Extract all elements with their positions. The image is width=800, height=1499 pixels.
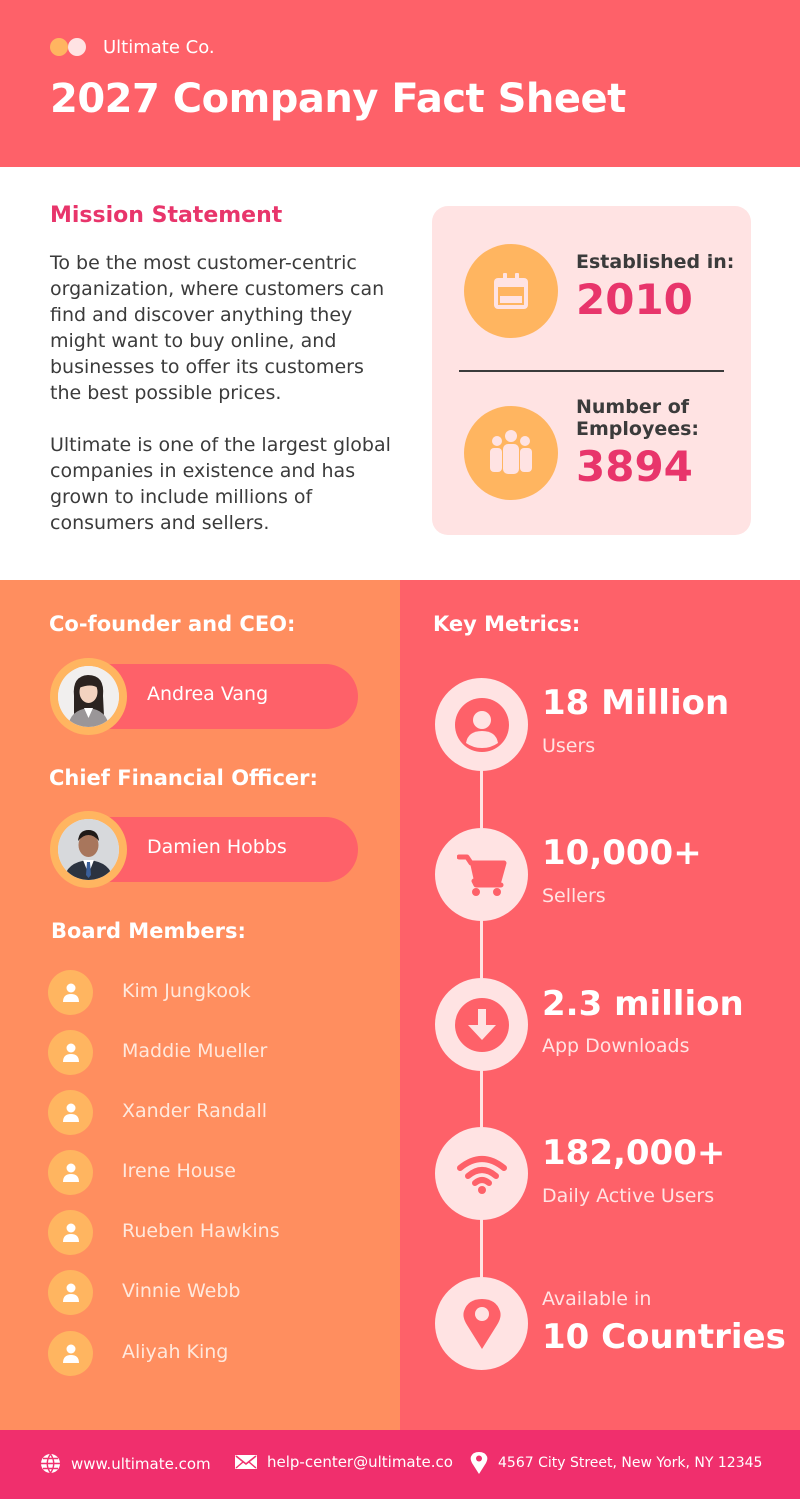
list-item: Maddie Mueller	[48, 1030, 368, 1075]
list-item: Irene House	[48, 1150, 368, 1195]
wifi-icon	[435, 1127, 528, 1220]
person-icon	[48, 970, 93, 1015]
metric-label: Daily Active Users	[542, 1185, 715, 1207]
metric-label: App Downloads	[542, 1035, 690, 1057]
board-member-name: Kim Jungkook	[122, 980, 251, 1002]
person-icon	[48, 1210, 93, 1255]
ceo-photo	[58, 666, 119, 727]
employees-value: 3894	[576, 442, 693, 491]
location-pin-icon	[435, 1277, 528, 1370]
footer-website[interactable]: www.ultimate.com	[40, 1453, 211, 1474]
mission-paragraph: To be the most customer-centric organiza…	[50, 252, 385, 404]
board-member-name: Rueben Hawkins	[122, 1220, 280, 1242]
board-heading: Board Members:	[51, 919, 246, 943]
board-member-name: Vinnie Webb	[122, 1280, 241, 1302]
list-item: Kim Jungkook	[48, 970, 368, 1015]
facts-card: Established in: 2010 Number of Employees…	[432, 206, 751, 535]
address-text: 4567 City Street, New York, NY 12345	[498, 1455, 763, 1471]
person-icon	[48, 1270, 93, 1315]
avatar	[50, 658, 127, 735]
email-link[interactable]: help-center@ultimate.co	[267, 1453, 453, 1471]
page-title: 2027 Company Fact Sheet	[50, 76, 626, 122]
list-item: Aliyah King	[48, 1331, 368, 1376]
cart-icon	[435, 828, 528, 921]
footer-address: 4567 City Street, New York, NY 12345	[470, 1451, 762, 1475]
globe-icon	[41, 1453, 60, 1474]
established-value: 2010	[576, 275, 693, 324]
person-icon	[48, 1150, 93, 1195]
leadership-panel: Co-founder and CEO: Andrea Vang Chief Fi…	[0, 580, 400, 1430]
location-pin-icon	[470, 1452, 488, 1474]
employees-label: Number of Employees:	[576, 396, 700, 440]
board-member-name: Irene House	[122, 1160, 236, 1182]
metric-value: 2.3 million	[542, 984, 744, 1024]
established-label: Established in:	[576, 251, 735, 273]
brand-logo: Ultimate Co.	[50, 36, 215, 58]
person-icon	[48, 1331, 93, 1376]
logo-dots-icon	[50, 37, 90, 57]
metric-label: Users	[542, 735, 596, 757]
download-icon	[435, 978, 528, 1071]
board-member-name: Maddie Mueller	[122, 1040, 268, 1062]
metric-value: 18 Million	[542, 683, 730, 723]
calendar-icon	[464, 244, 558, 338]
user-icon	[435, 678, 528, 771]
cfo-heading: Chief Financial Officer:	[49, 766, 318, 790]
website-link[interactable]: www.ultimate.com	[71, 1455, 211, 1473]
list-item: Vinnie Webb	[48, 1270, 368, 1315]
metric-value: 10,000+	[542, 833, 702, 873]
company-description: Ultimate is one of the largest global co…	[50, 434, 391, 534]
list-item: Xander Randall	[48, 1090, 368, 1135]
ceo-card: Andrea Vang	[50, 658, 358, 735]
header-banner: Ultimate Co. 2027 Company Fact Sheet	[0, 0, 800, 167]
ceo-name: Andrea Vang	[147, 683, 269, 705]
board-member-name: Xander Randall	[122, 1100, 268, 1122]
footer: www.ultimate.com help-center@ultimate.co…	[0, 1430, 800, 1499]
cfo-card: Damien Hobbs	[50, 811, 358, 888]
board-member-name: Aliyah King	[122, 1341, 229, 1363]
person-icon	[48, 1090, 93, 1135]
employees-icon	[464, 406, 558, 500]
metric-label: Sellers	[542, 885, 606, 907]
person-icon	[48, 1030, 93, 1075]
list-item: Rueben Hawkins	[48, 1210, 368, 1255]
footer-email[interactable]: help-center@ultimate.co	[235, 1453, 453, 1471]
key-metrics-panel: Key Metrics: 18 Million Users 10,000+ Se…	[400, 580, 800, 1430]
mission-heading: Mission Statement	[50, 203, 283, 228]
fact-divider	[459, 370, 724, 372]
cfo-photo	[58, 819, 119, 880]
ceo-heading: Co-founder and CEO:	[49, 612, 296, 636]
cfo-name: Damien Hobbs	[147, 836, 287, 858]
metrics-heading: Key Metrics:	[433, 612, 581, 636]
brand-name: Ultimate Co.	[103, 36, 215, 58]
metric-value: 10 Countries	[542, 1317, 786, 1357]
metric-label: Available in	[542, 1288, 652, 1310]
avatar	[50, 811, 127, 888]
envelope-icon	[235, 1455, 257, 1469]
metric-value: 182,000+	[542, 1133, 726, 1173]
